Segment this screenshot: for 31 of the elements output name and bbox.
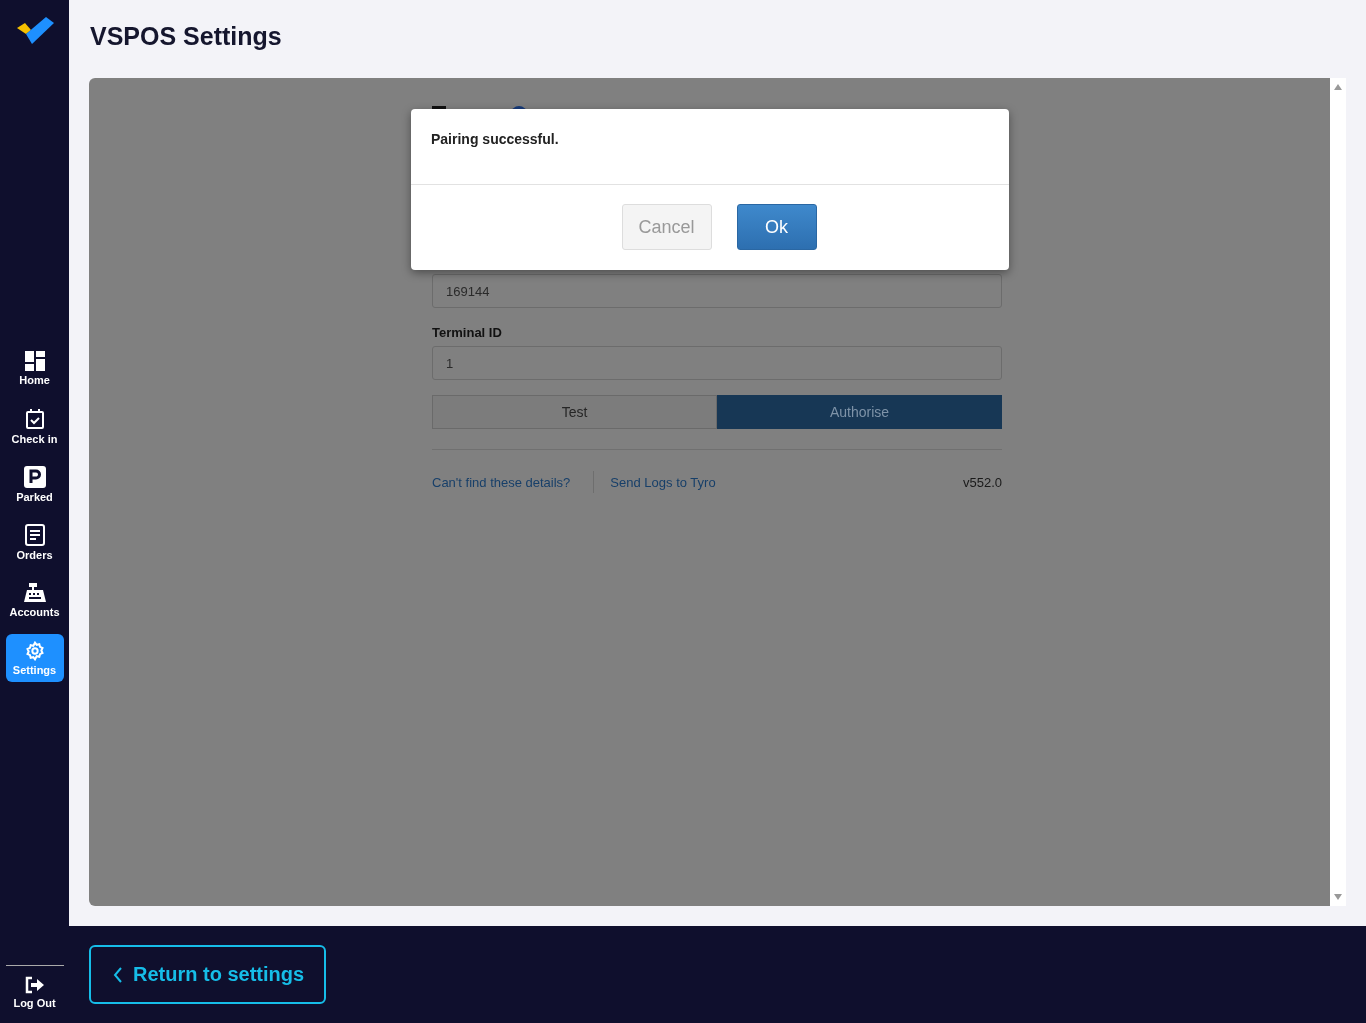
help-link[interactable]: Can't find these details?	[432, 474, 571, 490]
logout-button[interactable]: Log Out	[13, 976, 56, 1009]
nav-item[interactable]: Home	[5, 344, 64, 392]
scrollbar[interactable]	[1330, 78, 1346, 906]
field-label: Terminal ID	[432, 325, 503, 340]
nav-item[interactable]: Accounts	[5, 576, 64, 624]
cash-register-icon	[23, 582, 46, 603]
chevron-left-icon	[113, 966, 123, 983]
settings-icon	[24, 640, 45, 661]
nav-item[interactable]: Orders	[5, 518, 64, 566]
merchant-id-field[interactable]: 169144	[432, 274, 1002, 308]
calendar-icon	[24, 407, 45, 430]
page-title: VSPOS Settings	[90, 22, 283, 52]
scroll-up-icon[interactable]	[1334, 84, 1342, 90]
dialog-button[interactable]: Cancel	[621, 204, 712, 250]
scroll-down-icon[interactable]	[1334, 894, 1342, 900]
version-label: v552.0	[962, 474, 1002, 490]
dialog-message: Pairing successful.	[411, 109, 1009, 185]
return-button[interactable]: Return to settings	[89, 945, 326, 1004]
nav-item[interactable]: Parked	[5, 460, 64, 508]
logout-icon	[24, 976, 45, 994]
grid-icon	[24, 350, 45, 371]
parking-icon	[23, 465, 46, 488]
document-icon	[24, 523, 45, 546]
form-button[interactable]: Test	[432, 395, 717, 429]
nav-item[interactable]: Settings	[5, 634, 64, 682]
terminal-id-field[interactable]: 1	[432, 346, 1002, 380]
send-logs-link[interactable]: Send Logs to Tyro	[610, 474, 716, 490]
dialog-button[interactable]: Ok	[736, 204, 817, 250]
form-button[interactable]: Authorise	[717, 395, 1002, 429]
nav-item[interactable]: Check in	[5, 402, 64, 450]
